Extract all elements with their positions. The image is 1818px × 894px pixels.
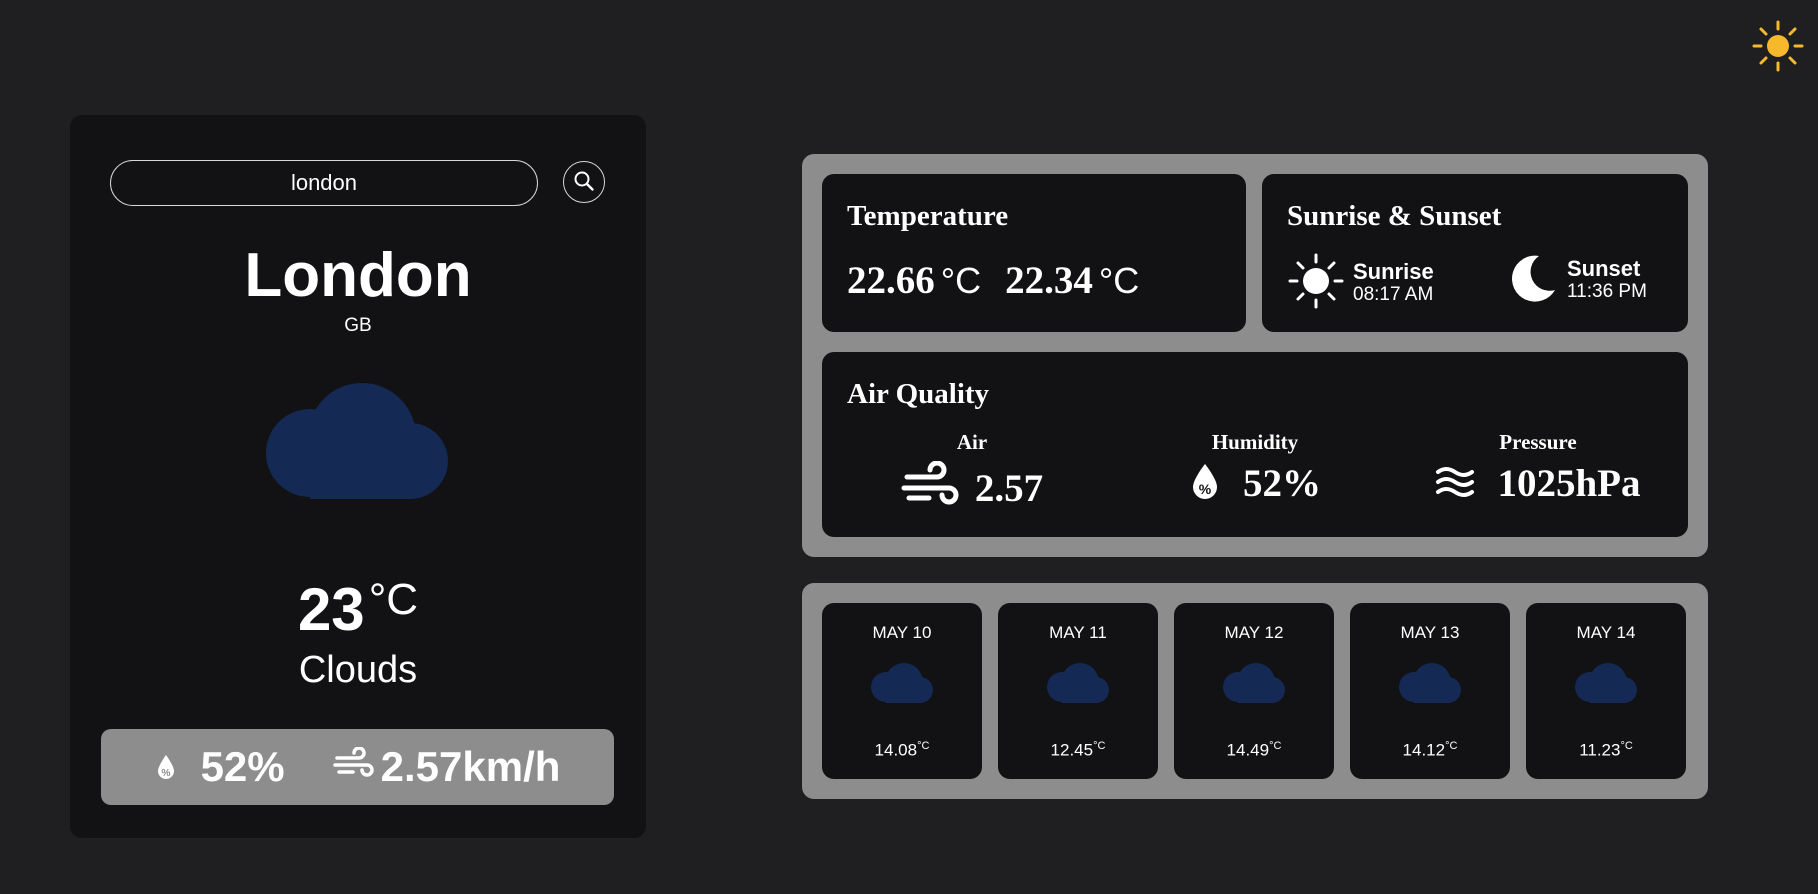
sunrise-info: Sunrise 08:17 AM [1287, 252, 1434, 315]
sunset-label: Sunset [1567, 256, 1641, 281]
cloud-icon [1399, 663, 1461, 708]
svg-text:%: % [1199, 481, 1212, 497]
cloud-icon [266, 383, 448, 504]
pressure-label: Pressure [1499, 430, 1577, 454]
wind-speed-value: 2.57km/h [380, 743, 561, 790]
humidity-label: Humidity [1211, 430, 1299, 454]
current-weather-card: London GB 23°C Clouds % 52% 2.57km/h [70, 115, 646, 838]
search-icon [572, 169, 596, 196]
air-quality-card: Air Quality Air 2.57 Humidity % 52% Pres… [822, 352, 1688, 537]
air-label: Air [956, 430, 988, 454]
forecast-temp: 14.08°C [874, 740, 930, 760]
pressure-value: 1025hPa [1497, 462, 1641, 505]
sunrise-label: Sunrise [1353, 259, 1434, 284]
forecast-day-card: MAY 14 11.23°C [1526, 603, 1686, 779]
cloud-icon [1575, 663, 1637, 708]
sun-icon [1287, 252, 1345, 315]
air-metric: Air 2.57 [852, 430, 1092, 516]
sunrise-sunset-title: Sunrise & Sunset [1287, 200, 1502, 232]
forecast-temp: 11.23°C [1579, 740, 1633, 760]
cloud-icon [1047, 663, 1109, 708]
humidity-value: 52% [200, 743, 285, 790]
wind-icon [901, 460, 961, 516]
svg-text:%: % [161, 768, 170, 779]
country-code: GB [344, 315, 372, 336]
cloud-icon [1223, 663, 1285, 708]
humidity-drop-icon: % [155, 743, 177, 791]
temperature-card: Temperature 22.66 °C 22.34 °C [822, 174, 1246, 332]
forecast-panel: MAY 10 14.08°C MAY 11 12.45°C MAY 12 14.… [802, 583, 1708, 799]
forecast-temp: 14.12°C [1402, 740, 1458, 760]
humidity-drop-icon: % [1189, 461, 1221, 506]
humidity-metric: Humidity % 52% [1135, 430, 1375, 506]
moon-icon [1509, 252, 1557, 309]
air-value: 2.57 [974, 467, 1044, 510]
forecast-date: MAY 14 [1576, 623, 1636, 642]
humidity-value: 52% [1243, 462, 1321, 505]
forecast-date: MAY 13 [1400, 623, 1460, 642]
forecast-day-card: MAY 12 14.49°C [1174, 603, 1334, 779]
sunrise-time: 08:17 AM [1353, 284, 1434, 306]
highlights-panel: Temperature 22.66 °C 22.34 °C Sunrise & Su… [802, 154, 1708, 557]
pressure-metric: Pressure 1025hPa [1418, 430, 1658, 506]
current-temperature: 23°C [297, 575, 419, 643]
cloud-icon [871, 663, 933, 708]
search-button[interactable] [563, 161, 605, 203]
current-stats-bar: % 52% 2.57km/h [101, 729, 614, 805]
forecast-date: MAY 11 [1049, 623, 1107, 642]
wind-icon [332, 743, 375, 791]
search-input[interactable] [110, 160, 538, 206]
forecast-date: MAY 12 [1224, 623, 1284, 642]
forecast-day-card: MAY 11 12.45°C [998, 603, 1158, 779]
forecast-day-card: MAY 10 14.08°C [822, 603, 982, 779]
forecast-day-card: MAY 13 14.12°C [1350, 603, 1510, 779]
temperature-card-title: Temperature [847, 200, 1009, 232]
sunrise-sunset-card: Sunrise & Sunset Sunrise 08:17 AM Sunset… [1262, 174, 1688, 332]
temperature-values: 22.66 °C 22.34 °C [847, 258, 1139, 303]
forecast-temp: 12.45°C [1050, 740, 1106, 760]
temperature-value: 22.66 °C [847, 259, 982, 302]
weather-condition: Clouds [298, 649, 418, 691]
temperature-value: 22.34 °C [1005, 259, 1140, 302]
air-quality-title: Air Quality [847, 378, 990, 410]
sunset-time: 11:36 PM [1567, 281, 1647, 303]
city-name: London [244, 241, 472, 310]
theme-toggle-sun-icon[interactable] [1750, 18, 1806, 74]
forecast-temp: 14.49°C [1226, 740, 1282, 760]
pressure-waves-icon [1435, 463, 1475, 504]
forecast-date: MAY 10 [872, 623, 932, 642]
sunset-info: Sunset 11:36 PM [1509, 252, 1647, 309]
